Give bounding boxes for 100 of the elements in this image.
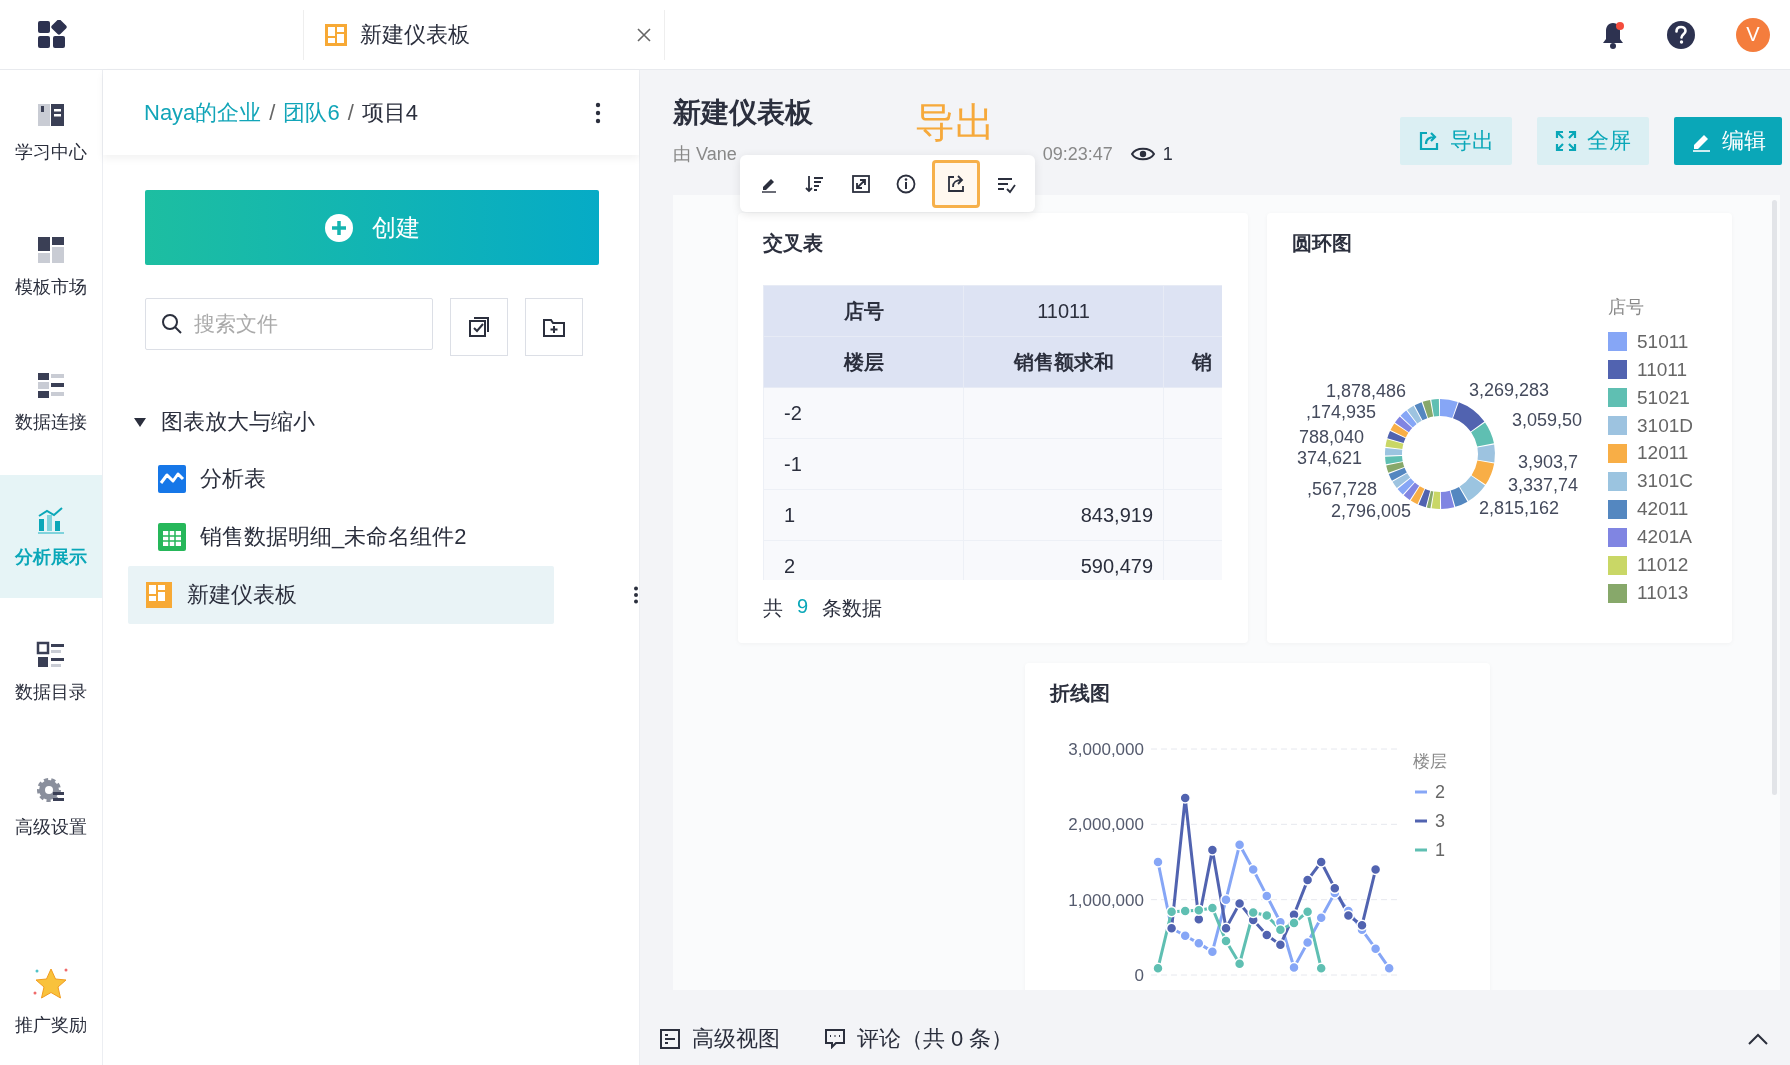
file-row[interactable]: 新建仪表板 bbox=[128, 566, 554, 624]
data-point bbox=[1233, 957, 1246, 970]
legend-marker bbox=[1415, 790, 1427, 794]
select-button[interactable] bbox=[450, 298, 508, 356]
legend-label: 4201A bbox=[1637, 526, 1692, 549]
legend-label: 11011 bbox=[1637, 358, 1687, 381]
nav-item[interactable]: 数据连接 bbox=[0, 340, 102, 463]
legend-label: 11013 bbox=[1637, 582, 1689, 604]
footer-text: 共 bbox=[763, 596, 783, 621]
scrollbar[interactable] bbox=[1772, 200, 1777, 795]
data-point bbox=[1220, 922, 1232, 935]
data-point bbox=[1206, 902, 1219, 914]
data-label: 3,269,283 bbox=[1469, 380, 1550, 400]
legend-label: 42011 bbox=[1637, 498, 1689, 521]
apps-icon[interactable] bbox=[36, 19, 67, 50]
table-cell: 2 bbox=[763, 540, 964, 580]
data-point bbox=[1206, 945, 1219, 958]
data-point bbox=[1152, 962, 1164, 974]
folder-plus-icon bbox=[543, 317, 565, 337]
data-point bbox=[1274, 924, 1287, 936]
nav-item[interactable]: 数据目录 bbox=[0, 610, 102, 733]
bar-chart-icon bbox=[36, 504, 66, 535]
data-point bbox=[1329, 882, 1341, 895]
data-point bbox=[1179, 792, 1191, 804]
view-tab[interactable]: 高级视图 bbox=[660, 1023, 780, 1054]
axis-label: 0 bbox=[1134, 966, 1144, 985]
legend-label: 51021 bbox=[1637, 386, 1690, 409]
data-label: 3,059,50 bbox=[1512, 410, 1583, 430]
legend-label: 2 bbox=[1435, 782, 1445, 802]
more-button[interactable] bbox=[633, 586, 639, 604]
data-label: 2,815,162 bbox=[1479, 498, 1560, 518]
nav-item[interactable]: 学习中心 bbox=[0, 70, 102, 193]
data-point bbox=[1193, 904, 1205, 916]
table-cell: -2 bbox=[763, 387, 964, 439]
legend-label: 1 bbox=[1435, 840, 1445, 860]
layout-icon bbox=[36, 234, 66, 265]
axis-label: 2,000,000 bbox=[1068, 815, 1144, 835]
plus-icon bbox=[324, 212, 354, 243]
data-point bbox=[1165, 905, 1178, 918]
table-cell: 590,479 bbox=[963, 540, 1164, 580]
info-icon bbox=[896, 173, 917, 194]
file-row[interactable]: 分析表 bbox=[103, 450, 639, 508]
data-point bbox=[1261, 909, 1273, 922]
search-icon bbox=[161, 313, 183, 335]
axis-label: 1,000,000 bbox=[1068, 890, 1144, 910]
table-cell: 843,919 bbox=[963, 489, 1164, 541]
data-label: ,567,728 bbox=[1306, 479, 1377, 499]
legend-marker bbox=[1415, 848, 1427, 852]
data-point bbox=[1179, 930, 1191, 942]
data-point bbox=[1383, 962, 1395, 974]
data-point bbox=[1315, 912, 1327, 924]
checkbox-icon bbox=[468, 316, 490, 338]
caret-icon bbox=[133, 415, 147, 429]
view-count: 1 bbox=[1162, 143, 1173, 165]
owner-text: 由 Vane bbox=[673, 143, 737, 166]
nav-item[interactable]: 模板市场 bbox=[0, 205, 102, 328]
data-label: 788,040 bbox=[1298, 427, 1364, 447]
data-point bbox=[1152, 856, 1164, 868]
bell-icon[interactable] bbox=[1600, 19, 1626, 50]
data-point bbox=[1220, 935, 1232, 947]
data-point bbox=[1233, 838, 1246, 851]
dashboard-title: 新建仪表板 bbox=[673, 96, 813, 130]
card-title: 圆环图 bbox=[1292, 231, 1353, 256]
app-tab[interactable]: 新建仪表板 bbox=[303, 9, 665, 60]
data-label: 1,878,486 bbox=[1325, 381, 1406, 401]
data-point bbox=[1288, 917, 1300, 929]
close-icon bbox=[636, 26, 652, 43]
comments-tab[interactable]: 评论（共 0 条） bbox=[825, 1023, 1014, 1054]
search-field[interactable]: 搜索文件 bbox=[145, 298, 433, 350]
comment-icon bbox=[825, 1028, 845, 1049]
dashboard-icon bbox=[324, 22, 348, 47]
new-folder-button[interactable] bbox=[525, 298, 583, 356]
data-point bbox=[1206, 844, 1219, 856]
tooltip-label: 导出 bbox=[915, 99, 995, 146]
collapse-button[interactable] bbox=[1748, 1032, 1768, 1045]
nav-item[interactable]: 推广奖励 bbox=[0, 965, 102, 1065]
data-label: 2,796,005 bbox=[1330, 501, 1411, 521]
file-row[interactable]: 销售数据明细_未命名组件2 bbox=[103, 508, 639, 566]
row-count: 9 bbox=[797, 595, 809, 619]
table-cell: -1 bbox=[763, 438, 964, 490]
footer-text: 条数据 bbox=[822, 596, 883, 621]
close-button[interactable] bbox=[636, 26, 652, 43]
export-tool-button[interactable] bbox=[932, 159, 981, 208]
header-cell: 销 bbox=[1163, 336, 1222, 388]
header-cell: 店号 bbox=[763, 285, 964, 337]
data-point bbox=[1301, 936, 1314, 949]
card-title: 折线图 bbox=[1050, 681, 1111, 706]
legend-title: 楼层 bbox=[1413, 752, 1447, 771]
data-point bbox=[1233, 897, 1246, 910]
help-icon[interactable] bbox=[1666, 19, 1696, 50]
data-point bbox=[1179, 905, 1191, 917]
tree-view-icon bbox=[660, 1028, 680, 1049]
list-icon bbox=[36, 639, 66, 670]
data-point bbox=[1247, 906, 1259, 919]
nav-item[interactable]: 高级设置 bbox=[0, 745, 102, 868]
data-point bbox=[1288, 961, 1300, 974]
folder-row[interactable]: 图表放大与缩小 bbox=[103, 394, 639, 450]
expand-icon bbox=[850, 173, 871, 194]
more-button[interactable] bbox=[595, 101, 601, 124]
data-point bbox=[1301, 905, 1314, 918]
